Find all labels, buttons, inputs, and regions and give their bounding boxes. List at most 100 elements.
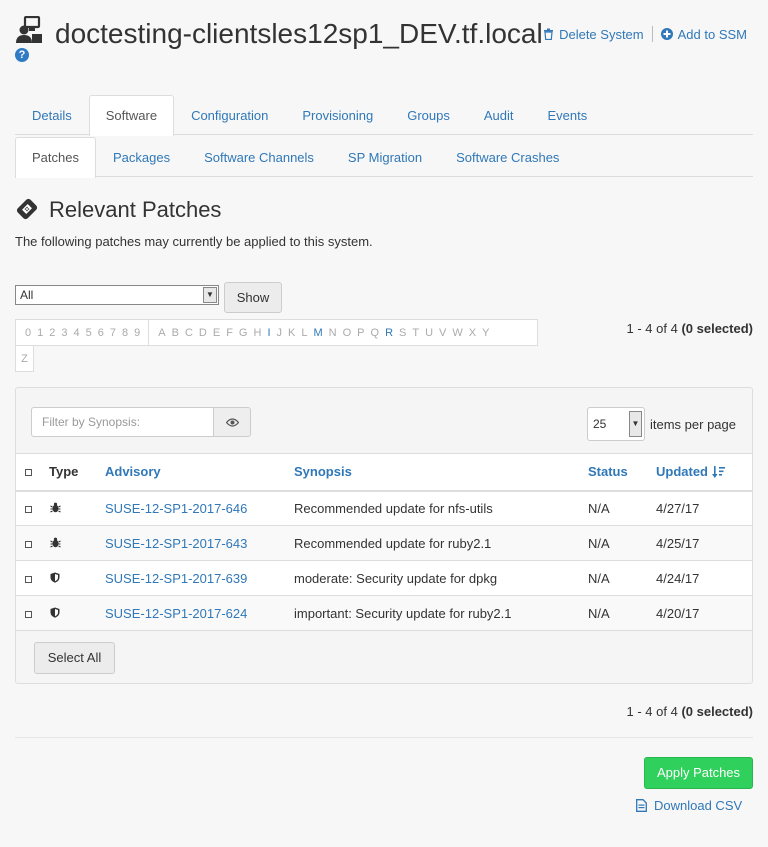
advisory-link[interactable]: SUSE-12-SP1-2017-624 bbox=[105, 606, 247, 621]
row-type-cell bbox=[49, 595, 105, 631]
table-header-row: Type Advisory Synopsis Status Updated bbox=[16, 453, 752, 492]
row-status: N/A bbox=[588, 525, 656, 561]
column-updated-label: Updated bbox=[656, 464, 708, 480]
secondary-tabs: Patches Packages Software Channels SP Mi… bbox=[15, 137, 753, 178]
row-checkbox[interactable] bbox=[25, 505, 32, 513]
alphabar-letter-link[interactable]: M bbox=[310, 327, 325, 339]
alphabar-digit: 3 bbox=[61, 326, 68, 339]
tab-sp-migration[interactable]: SP Migration bbox=[331, 137, 439, 176]
eye-icon bbox=[225, 418, 239, 427]
alphabar-letter: U bbox=[425, 326, 434, 339]
row-checkbox-cell bbox=[16, 525, 49, 561]
alphabar-digit: 8 bbox=[122, 326, 129, 339]
download-csv-link[interactable]: Download CSV bbox=[636, 798, 742, 813]
system-icon bbox=[16, 16, 42, 43]
select-all-checkbox[interactable] bbox=[25, 469, 32, 477]
alphabar-letter: J bbox=[276, 326, 283, 339]
action-divider bbox=[651, 26, 653, 42]
alphabar-digit: 4 bbox=[73, 326, 80, 339]
tab-packages[interactable]: Packages bbox=[96, 137, 187, 176]
system-header: doctesting-clientsles12sp1_DEV.tf.local … bbox=[15, 14, 753, 64]
synopsis-filter-input[interactable]: Filter by Synopsis: bbox=[31, 407, 214, 437]
alphabar-letter: P bbox=[357, 326, 365, 339]
tab-software[interactable]: Software bbox=[88, 95, 175, 136]
patch-type-select[interactable]: All ▼ bbox=[15, 285, 219, 305]
delete-system-label: Delete System bbox=[559, 26, 644, 42]
alphabar-letter: B bbox=[171, 326, 179, 339]
alphabar-letter-link[interactable]: I bbox=[264, 327, 273, 339]
row-checkbox[interactable] bbox=[25, 610, 32, 618]
show-button[interactable]: Show bbox=[224, 282, 282, 313]
alphabar-digit: 7 bbox=[109, 326, 116, 339]
alphabar-letter: O bbox=[342, 326, 352, 339]
column-updated[interactable]: Updated bbox=[656, 464, 725, 479]
advisory-link[interactable]: SUSE-12-SP1-2017-646 bbox=[105, 501, 247, 516]
apply-patches-button[interactable]: Apply Patches bbox=[644, 757, 753, 789]
advisory-link[interactable]: SUSE-12-SP1-2017-639 bbox=[105, 571, 247, 586]
section-title: Relevant Patches bbox=[49, 197, 222, 222]
tab-configuration[interactable]: Configuration bbox=[174, 95, 285, 134]
row-synopsis: moderate: Security update for dpkg bbox=[294, 560, 588, 596]
tab-patches[interactable]: Patches bbox=[15, 137, 96, 178]
result-range: 1 - 4 of 4 bbox=[626, 704, 678, 719]
column-status[interactable]: Status bbox=[588, 464, 628, 479]
patch-type-value: All bbox=[20, 288, 34, 302]
column-status-cell: Status bbox=[588, 453, 656, 492]
tab-software-crashes[interactable]: Software Crashes bbox=[439, 137, 576, 176]
row-updated: 4/27/17 bbox=[656, 490, 752, 526]
tab-events[interactable]: Events bbox=[531, 95, 605, 134]
tab-provisioning[interactable]: Provisioning bbox=[285, 95, 390, 134]
table-row: SUSE-12-SP1-2017-639 moderate: Security u… bbox=[16, 560, 752, 596]
alphabar-letter: T bbox=[412, 326, 420, 339]
alphabar-digits: 0123456789 bbox=[16, 320, 150, 345]
tab-software-channels[interactable]: Software Channels bbox=[187, 137, 331, 176]
row-status: N/A bbox=[588, 595, 656, 631]
alphabar-digit: 1 bbox=[37, 326, 44, 339]
add-to-ssm-link[interactable]: Add to SSM bbox=[660, 26, 747, 42]
row-checkbox-cell bbox=[16, 595, 49, 631]
row-synopsis: Recommended update for ruby2.1 bbox=[294, 525, 588, 561]
row-advisory-cell: SUSE-12-SP1-2017-646 bbox=[105, 490, 294, 526]
column-synopsis[interactable]: Synopsis bbox=[294, 464, 352, 479]
selected-count: (0 selected) bbox=[681, 704, 753, 719]
row-advisory-cell: SUSE-12-SP1-2017-643 bbox=[105, 525, 294, 561]
table-row: SUSE-12-SP1-2017-643 Recommended update f… bbox=[16, 525, 752, 561]
items-per-page-label: items per page bbox=[650, 417, 736, 432]
alphabar: 0123456789 ABCDEFGHIJKLMNOPQRSTUVWXY bbox=[15, 319, 538, 346]
delete-system-link[interactable]: Delete System bbox=[543, 27, 644, 42]
add-to-ssm-label: Add to SSM bbox=[677, 26, 747, 42]
alphabar-letter-link[interactable]: R bbox=[382, 327, 396, 339]
alphabar-letter: W bbox=[452, 326, 463, 339]
patches-panel: Filter by Synopsis: 25 ▼ items per page … bbox=[15, 387, 753, 684]
result-count-top: 1 - 4 of 4 (0 selected) bbox=[627, 321, 753, 336]
alphabar-digit: 6 bbox=[97, 326, 104, 339]
tab-details[interactable]: Details bbox=[15, 95, 89, 134]
download-csv-label: Download CSV bbox=[654, 798, 743, 813]
row-checkbox[interactable] bbox=[25, 540, 32, 548]
row-status: N/A bbox=[588, 560, 656, 596]
help-icon[interactable]: ? bbox=[15, 48, 29, 62]
select-all-checkbox-cell bbox=[16, 453, 49, 492]
footer-divider bbox=[15, 737, 753, 738]
items-per-page-select[interactable]: 25 ▼ bbox=[587, 407, 645, 441]
advisory-link[interactable]: SUSE-12-SP1-2017-643 bbox=[105, 536, 247, 551]
row-checkbox-cell bbox=[16, 490, 49, 526]
result-count-bottom: 1 - 4 of 4 (0 selected) bbox=[627, 704, 753, 719]
alphabar-digit: 0 bbox=[25, 326, 32, 339]
column-advisory[interactable]: Advisory bbox=[105, 464, 161, 479]
chevron-down-icon: ▼ bbox=[203, 287, 217, 303]
chevron-down-icon: ▼ bbox=[629, 411, 642, 437]
alphabar-letter: L bbox=[301, 326, 308, 339]
row-updated: 4/25/17 bbox=[656, 525, 752, 561]
filter-toggle-button[interactable] bbox=[213, 407, 251, 437]
select-all-button[interactable]: Select All bbox=[34, 642, 115, 674]
result-range: 1 - 4 of 4 bbox=[626, 321, 678, 336]
alphabar-letter: N bbox=[328, 326, 337, 339]
tab-groups[interactable]: Groups bbox=[390, 95, 467, 134]
row-checkbox[interactable] bbox=[25, 575, 32, 583]
alphabar-letter: Y bbox=[482, 326, 490, 339]
alphabar-letter: E bbox=[212, 326, 221, 339]
tab-audit[interactable]: Audit bbox=[467, 95, 531, 134]
row-status: N/A bbox=[588, 490, 656, 526]
file-csv-icon bbox=[636, 799, 647, 812]
